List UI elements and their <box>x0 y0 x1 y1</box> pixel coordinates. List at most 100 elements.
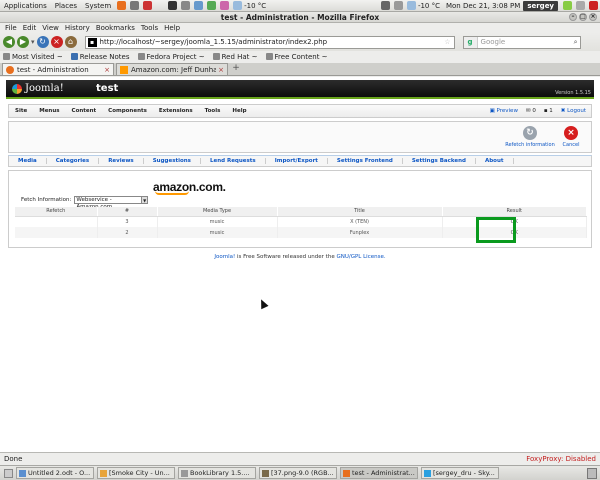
menu-history[interactable]: History <box>62 24 93 32</box>
folder-icon <box>181 469 188 477</box>
task-firefox-administration[interactable]: test - Administrat... <box>340 467 418 479</box>
stop-button[interactable]: × <box>50 36 63 48</box>
firefox-launcher-icon[interactable] <box>117 1 127 10</box>
bookmarks-toolbar: Most Visited ~ Release Notes Fedora Proj… <box>0 51 600 63</box>
submenu-categories[interactable]: Categories <box>47 158 100 164</box>
terminal-launcher-icon[interactable] <box>168 1 178 10</box>
url-text[interactable]: http://localhost/~sergey/joomla_1.5.15/a… <box>100 38 445 46</box>
search-bar[interactable]: g Google ⌕ <box>462 35 581 49</box>
menu-edit[interactable]: Edit <box>20 24 40 32</box>
url-bar[interactable]: ▪ http://localhost/~sergey/joomla_1.5.15… <box>84 35 455 49</box>
column-header-refetch[interactable]: Refetch <box>15 207 98 217</box>
bookmark-free-content[interactable]: Free Content ~ <box>265 53 328 61</box>
maximize-icon[interactable]: □ <box>579 13 587 21</box>
foxyproxy-status[interactable]: FoxyProxy: Disabled <box>526 455 596 463</box>
menu-tools[interactable]: Tools <box>138 24 161 32</box>
clock[interactable]: Mon Dec 21, 3:08 PM <box>446 2 520 10</box>
places-menu[interactable]: Places <box>51 2 81 10</box>
refetch-icon: ↻ <box>523 126 537 140</box>
menu-help[interactable]: Help <box>161 24 183 32</box>
gpl-license-link[interactable]: GNU/GPL License. <box>336 254 385 260</box>
admin-menu-extensions[interactable]: Extensions <box>153 108 199 114</box>
column-header-media-type[interactable]: Media Type <box>157 207 278 217</box>
chevron-down-icon: ▼ <box>141 197 148 203</box>
admin-menu-menus[interactable]: Menus <box>33 108 65 114</box>
user-menu[interactable]: sergey <box>523 0 558 11</box>
cell-media-type: music <box>157 227 278 238</box>
back-button[interactable]: ◀ <box>3 36 15 48</box>
tab-amazon[interactable]: Amazon.com: Jeff Dunham - ... × <box>116 63 228 75</box>
show-desktop-icon[interactable] <box>4 468 13 478</box>
calc-launcher-icon[interactable] <box>207 1 217 10</box>
status-icon[interactable] <box>563 1 572 10</box>
site-name: test <box>96 83 119 94</box>
joomla-link[interactable]: Joomla! <box>214 254 235 260</box>
task-smoke-city[interactable]: [Smoke City - Un... <box>97 467 175 479</box>
column-header-title[interactable]: Title <box>277 207 443 217</box>
forward-button[interactable]: ▶ <box>17 36 29 48</box>
close-icon[interactable]: × <box>589 13 597 21</box>
cancel-button[interactable]: × Cancel <box>551 126 591 148</box>
task-untitled-odt[interactable]: Untitled 2.odt - O... <box>16 467 94 479</box>
refetch-information-button[interactable]: ↻ Refetch information <box>504 126 556 148</box>
updates-icon[interactable] <box>576 1 585 10</box>
trash-icon[interactable] <box>587 467 597 479</box>
volume-icon[interactable] <box>393 1 403 10</box>
home-button[interactable]: ⌂ <box>64 36 77 48</box>
system-menu[interactable]: System <box>81 2 115 10</box>
column-header-result[interactable]: Result <box>442 207 587 217</box>
logout-link[interactable]: ✖ Logout <box>561 108 586 114</box>
document-launcher-icon[interactable] <box>181 1 191 10</box>
power-icon[interactable] <box>589 1 598 10</box>
search-engine-icon[interactable]: g <box>463 36 478 48</box>
minimize-icon[interactable]: – <box>569 13 577 21</box>
admin-menu-help[interactable]: Help <box>226 108 252 114</box>
messages-count[interactable]: ✉ 0 <box>526 108 536 114</box>
submenu-lend-requests[interactable]: Lend Requests <box>201 158 266 164</box>
history-dropdown-icon[interactable]: ▾ <box>31 38 35 46</box>
help-launcher-icon[interactable] <box>143 1 153 10</box>
weather-temp-left: -10 °C <box>244 1 267 10</box>
fetch-information-label: Fetch Information: <box>21 197 72 203</box>
submenu-suggestions[interactable]: Suggestions <box>144 158 201 164</box>
bookmark-red-hat[interactable]: Red Hat ~ <box>212 53 258 61</box>
submenu-reviews[interactable]: Reviews <box>99 158 144 164</box>
preview-link[interactable]: ▣ Preview <box>490 108 518 114</box>
cell-title: X (TEN) <box>277 216 443 227</box>
submenu-import-export[interactable]: Import/Export <box>266 158 328 164</box>
search-icon[interactable]: ⌕ <box>574 38 578 47</box>
impress-launcher-icon[interactable] <box>220 1 230 10</box>
fetch-source-select[interactable]: Webservice - Amazon.com ▼ <box>74 196 149 210</box>
reload-button[interactable]: ↻ <box>36 36 49 48</box>
tab-strip: test - Administration × Amazon.com: Jeff… <box>0 63 600 76</box>
firefox-icon <box>343 469 350 477</box>
cancel-icon: × <box>564 126 578 140</box>
submenu-about[interactable]: About <box>476 158 514 164</box>
task-booklibrary[interactable]: BookLibrary 1.5.... <box>178 467 256 479</box>
admin-menu-content[interactable]: Content <box>66 108 103 114</box>
bookmark-star-icon[interactable]: ☆ <box>444 38 450 46</box>
mail-launcher-icon[interactable] <box>130 1 140 10</box>
task-gimp[interactable]: [37.png-9.0 (RGB... <box>259 467 337 479</box>
menu-file[interactable]: File <box>2 24 20 32</box>
writer-launcher-icon[interactable] <box>194 1 204 10</box>
tab-close-icon[interactable]: × <box>218 66 224 74</box>
task-skype[interactable]: [sergey_dru - Sky... <box>421 467 499 479</box>
bookmark-most-visited[interactable]: Most Visited ~ <box>3 53 63 61</box>
network-icon[interactable] <box>380 1 390 10</box>
tab-administration[interactable]: test - Administration × <box>2 63 114 75</box>
submenu-settings-backend[interactable]: Settings Backend <box>403 158 476 164</box>
admin-menu-tools[interactable]: Tools <box>199 108 227 114</box>
column-header-number[interactable]: # <box>97 207 158 217</box>
tab-close-icon[interactable]: × <box>104 66 110 74</box>
menu-bookmarks[interactable]: Bookmarks <box>93 24 138 32</box>
menu-view[interactable]: View <box>39 24 62 32</box>
admin-menu-site[interactable]: Site <box>9 108 33 114</box>
bookmark-release-notes[interactable]: Release Notes <box>70 53 130 61</box>
applications-menu[interactable]: Applications <box>0 2 51 10</box>
submenu-settings-frontend[interactable]: Settings Frontend <box>328 158 403 164</box>
bookmark-fedora-project[interactable]: Fedora Project ~ <box>137 53 205 61</box>
admin-menu-components[interactable]: Components <box>102 108 153 114</box>
submenu-media[interactable]: Media <box>9 158 47 164</box>
new-tab-button[interactable]: + <box>230 63 242 75</box>
